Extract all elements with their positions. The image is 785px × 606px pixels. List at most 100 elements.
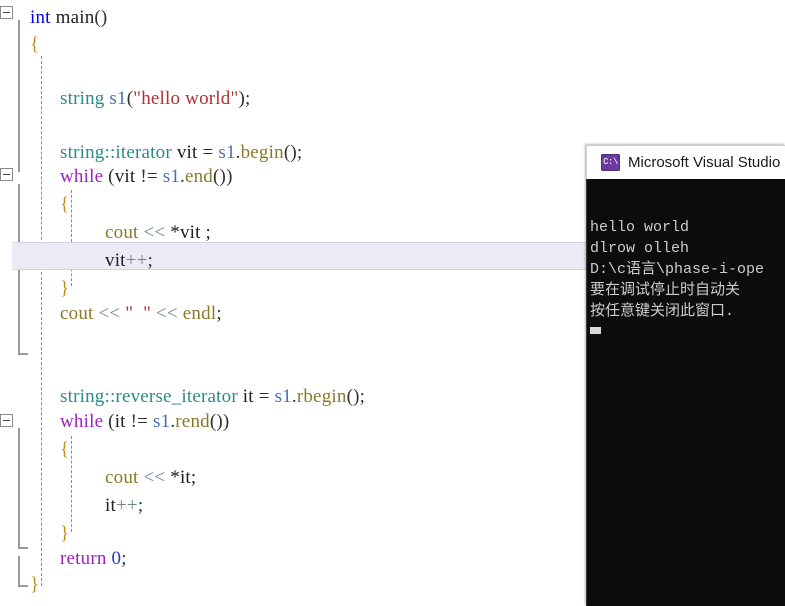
outline-rail-foot-1	[18, 547, 28, 549]
code-token-15-4: s1	[153, 411, 171, 432]
code-token-20-2: 0	[111, 548, 122, 569]
code-token-3-1: s1	[104, 88, 127, 109]
code-token-14-6: ();	[346, 386, 366, 407]
code-token-6-2: vit	[114, 166, 141, 187]
code-token-11-4: endl	[182, 303, 217, 324]
code-token-19-0: }	[60, 523, 70, 544]
current-line-highlight	[12, 242, 586, 270]
collapse-box-while-reverse[interactable]	[0, 414, 13, 427]
code-token-11-3: <<	[151, 303, 183, 324]
console-line-2: D:\c语言\phase-i-ope	[590, 261, 765, 278]
code-token-8-2: *vit ;	[170, 222, 212, 243]
console-title-bar[interactable]: C:\ Microsoft Visual Studio	[586, 145, 785, 179]
code-token-16-0: {	[60, 439, 70, 460]
code-token-8-1: <<	[143, 222, 171, 243]
console-title-text: Microsoft Visual Studio	[628, 154, 781, 171]
console-window[interactable]: C:\ Microsoft Visual Studio 按任意键关闭此窗口. 要在…	[586, 145, 785, 606]
collapse-box-main[interactable]	[0, 6, 13, 19]
code-token-0-1: main	[55, 7, 95, 28]
code-token-8-0: cout	[105, 222, 144, 243]
code-token-17-2: *it;	[170, 467, 197, 488]
code-line-6[interactable]: while (vit != s1.end())	[60, 167, 233, 186]
code-token-11-0: cout	[60, 303, 99, 324]
code-token-20-0: return	[60, 548, 107, 569]
code-token-6-4: s1	[162, 166, 181, 187]
outline-rail-0	[18, 20, 20, 172]
code-line-3[interactable]: string s1("hello world");	[60, 89, 250, 108]
code-token-11-2: " "	[125, 303, 152, 324]
code-token-3-3: "hello world"	[133, 88, 239, 109]
console-output-area[interactable]: 按任意键关闭此窗口. 要在调试停止时自动关 D:\c语言\phase-i-ope dl…	[586, 179, 785, 606]
code-token-5-0: string::iterator	[60, 142, 172, 163]
code-token-15-2: it	[114, 411, 131, 432]
code-token-5-3: s1	[218, 142, 236, 163]
code-token-15-3: !=	[130, 411, 154, 432]
code-line-8[interactable]: cout << *vit ;	[105, 223, 211, 242]
code-token-5-2: =	[202, 142, 219, 163]
code-token-18-0: it	[105, 495, 116, 516]
code-token-17-0: cout	[105, 467, 144, 488]
code-token-14-5: rbegin	[296, 386, 347, 407]
code-token-6-6: end	[184, 166, 214, 187]
code-line-7[interactable]: {	[60, 195, 69, 214]
console-line-3: 要在调试停止时自动关	[590, 282, 741, 299]
code-token-14-1: it	[237, 386, 259, 407]
code-token-15-0: while	[60, 411, 104, 432]
code-token-17-1: <<	[143, 467, 171, 488]
code-line-11[interactable]: cout << " " << endl;	[60, 304, 222, 323]
code-line-14[interactable]: string::reverse_iterator it = s1.rbegin(…	[60, 387, 365, 406]
code-token-1-0: {	[30, 34, 40, 55]
console-icon-glyph: C:\	[603, 157, 618, 167]
code-line-20[interactable]: return 0;	[60, 549, 127, 568]
code-token-6-3: !=	[140, 166, 163, 187]
console-window-icon: C:\	[601, 154, 620, 171]
code-token-9-0: vit	[105, 250, 126, 271]
code-line-9[interactable]: vit++;	[105, 251, 153, 270]
outline-rail-3	[18, 556, 20, 586]
collapse-box-while-forward[interactable]	[0, 168, 13, 181]
console-line-0: hello world	[590, 219, 690, 236]
code-line-18[interactable]: it++;	[105, 496, 143, 515]
code-token-14-3: s1	[274, 386, 292, 407]
code-line-19[interactable]: }	[60, 524, 69, 543]
console-cursor	[590, 327, 601, 334]
code-token-11-5: ;	[216, 303, 222, 324]
code-token-10-0: }	[60, 278, 70, 299]
code-token-5-6: ();	[283, 142, 303, 163]
code-line-16[interactable]: {	[60, 440, 69, 459]
code-token-9-2: ;	[147, 250, 153, 271]
code-token-15-6: rend	[175, 411, 210, 432]
code-token-9-1: ++	[125, 250, 148, 271]
console-line-1: dlrow olleh	[590, 240, 690, 257]
code-token-18-1: ++	[115, 495, 138, 516]
code-token-6-1: (	[103, 166, 115, 187]
console-line-4: 按任意键关闭此窗口.	[590, 303, 735, 320]
code-line-5[interactable]: string::iterator vit = s1.begin();	[60, 143, 302, 162]
code-token-5-1: vit	[171, 142, 203, 163]
code-line-10[interactable]: }	[60, 279, 69, 298]
code-token-14-0: string::reverse_iterator	[60, 386, 238, 407]
code-token-3-0: string	[60, 88, 105, 109]
code-token-20-3: ;	[121, 548, 127, 569]
indent-guide-2	[71, 436, 72, 532]
code-token-15-1: (	[103, 411, 115, 432]
indent-guide-0	[41, 56, 42, 586]
indent-guide-1	[71, 190, 72, 286]
outline-rail-foot-2	[18, 585, 28, 587]
code-line-21[interactable]: }	[30, 575, 39, 594]
code-token-15-7: ())	[209, 411, 230, 432]
code-line-15[interactable]: while (it != s1.rend())	[60, 412, 229, 431]
outline-rail-2	[18, 428, 20, 548]
code-token-6-0: while	[60, 166, 104, 187]
code-line-0[interactable]: int main()	[30, 8, 107, 27]
outline-rail-foot-0	[18, 353, 28, 355]
code-token-0-2: ()	[94, 7, 108, 28]
code-token-7-0: {	[60, 194, 70, 215]
code-line-1[interactable]: {	[30, 35, 39, 54]
code-line-17[interactable]: cout << *it;	[105, 468, 196, 487]
code-token-5-5: begin	[240, 142, 284, 163]
code-token-11-1: <<	[98, 303, 126, 324]
code-token-3-4: );	[238, 88, 251, 109]
code-token-14-2: =	[258, 386, 275, 407]
code-token-0-0: int	[30, 7, 56, 28]
